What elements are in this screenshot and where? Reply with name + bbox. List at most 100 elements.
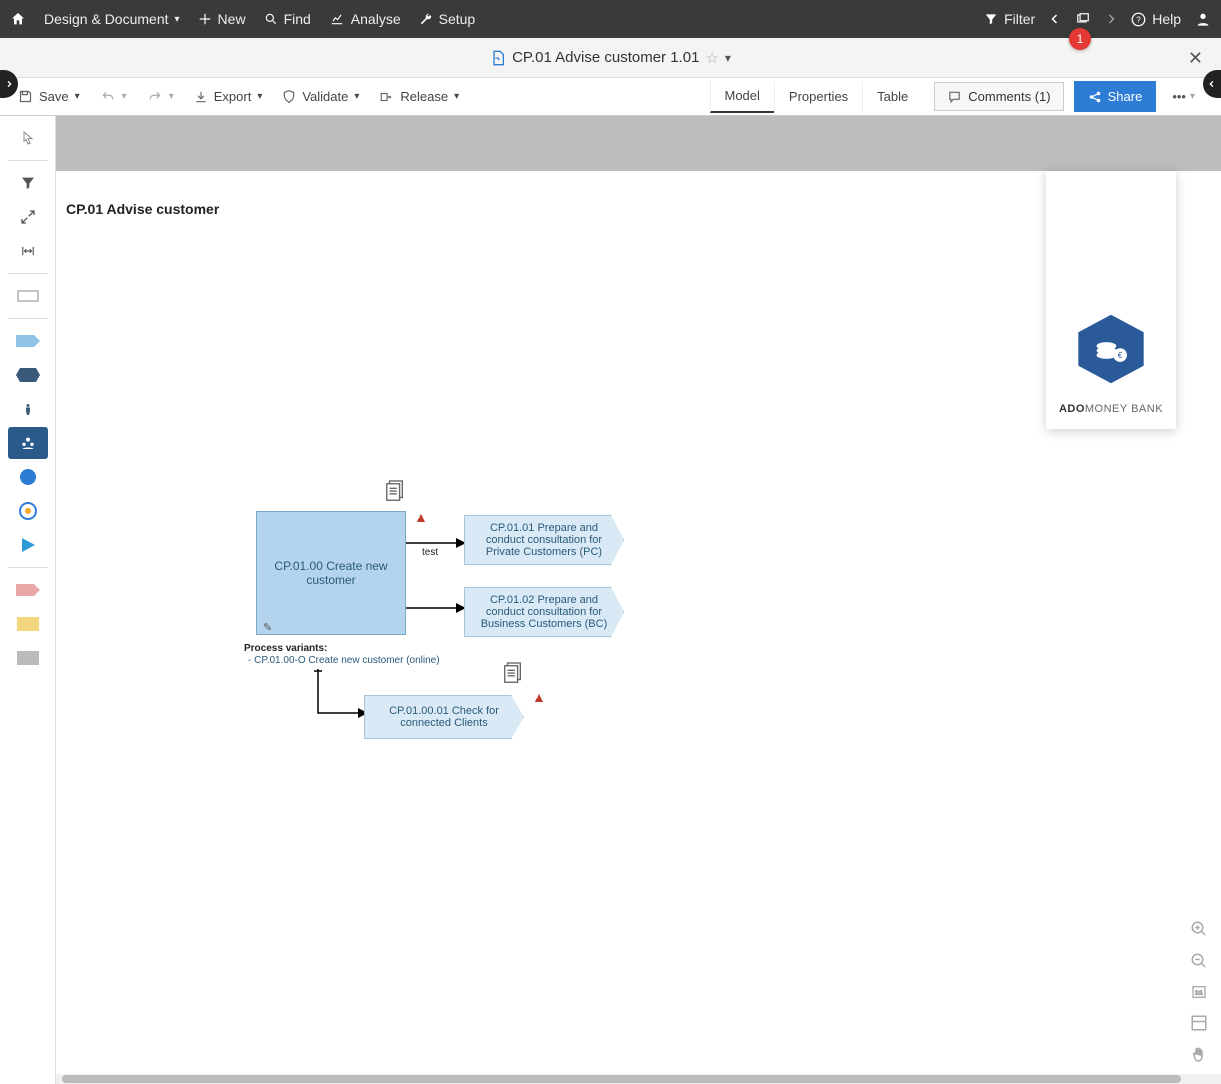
edit-indicator-icon: ✎: [263, 621, 272, 634]
more-button[interactable]: ••• ▾: [1164, 83, 1203, 110]
nav-forward-button[interactable]: [1105, 12, 1117, 26]
share-button[interactable]: Share: [1074, 81, 1157, 112]
connector-label: test: [422, 547, 438, 558]
documents-icon: [384, 479, 406, 505]
process-main[interactable]: CP.01.00 Create new customer: [256, 511, 406, 635]
canvas-area[interactable]: CP.01 Advise customer €: [56, 116, 1221, 1084]
tab-model[interactable]: Model: [710, 80, 774, 113]
palette-shape-circle-orange[interactable]: [8, 495, 48, 527]
process-branch-1[interactable]: CP.01.01 Prepare and conduct consultatio…: [464, 515, 624, 565]
connector-arrow: [406, 601, 466, 615]
process-branch-2[interactable]: CP.01.02 Prepare and conduct consultatio…: [464, 587, 624, 637]
search-icon: [264, 12, 278, 26]
star-icon[interactable]: ☆: [705, 49, 718, 67]
chevron-down-icon: ▾: [354, 91, 359, 102]
chevron-down-icon: ▾: [175, 14, 180, 25]
palette-shape-rect[interactable]: [8, 280, 48, 312]
chevron-down-icon: ▾: [1190, 91, 1195, 102]
play-icon: [20, 537, 36, 553]
rect-icon: [17, 290, 39, 302]
home-button[interactable]: [10, 11, 26, 27]
palette-shape-hex[interactable]: [8, 359, 48, 391]
save-button[interactable]: Save ▾: [18, 89, 80, 104]
palette-divider: [8, 160, 48, 161]
palette-fit-width[interactable]: [8, 235, 48, 267]
window-icon: [1075, 12, 1091, 26]
analyse-label: Analyse: [351, 11, 401, 27]
warning-icon: ▲!: [532, 689, 546, 705]
horizontal-scrollbar[interactable]: [56, 1074, 1221, 1084]
palette-shape-play[interactable]: [8, 529, 48, 561]
redo-icon: [147, 90, 163, 104]
palette-shape-tag-pink[interactable]: [8, 574, 48, 606]
wrench-icon: [419, 12, 433, 26]
chevron-down-icon[interactable]: ▾: [725, 51, 731, 65]
filter-button[interactable]: Filter: [984, 11, 1035, 27]
zoom-fit-button[interactable]: [1190, 1014, 1208, 1032]
chevron-down-icon: ▾: [257, 91, 262, 102]
close-button[interactable]: ✕: [1188, 48, 1203, 69]
find-button[interactable]: Find: [264, 11, 311, 27]
logo-hexagon-icon: €: [1073, 311, 1149, 387]
palette-shape-person[interactable]: [8, 393, 48, 425]
chevron-down-icon: ▾: [122, 91, 127, 102]
palette-divider: [8, 567, 48, 568]
palette-expand[interactable]: [8, 201, 48, 233]
document-title: CP.01 Advise customer 1.01: [512, 49, 699, 66]
user-button[interactable]: [1195, 11, 1211, 27]
palette-shape-rect-yellow[interactable]: [8, 608, 48, 640]
setup-button[interactable]: Setup: [419, 11, 476, 27]
rect-yellow-icon: [17, 617, 39, 631]
design-document-menu[interactable]: Design & Document ▾: [44, 11, 180, 27]
palette-filter[interactable]: [8, 167, 48, 199]
share-icon: [1088, 90, 1102, 104]
target-icon: [19, 502, 37, 520]
scrollbar-thumb[interactable]: [62, 1075, 1181, 1083]
comments-button[interactable]: Comments (1): [934, 82, 1063, 111]
tab-properties[interactable]: Properties: [774, 81, 862, 112]
help-button[interactable]: ? Help: [1131, 11, 1181, 27]
chart-line-icon: [329, 12, 345, 26]
validate-button[interactable]: Validate ▾: [282, 89, 359, 104]
connector-elbow: [314, 669, 370, 725]
fit-width-icon: [19, 244, 37, 258]
process-sub[interactable]: CP.01.00.01 Check for connected Clients: [364, 695, 524, 739]
document-titlebar: 1 CP.01 Advise customer 1.01 ☆ ▾ ✕: [0, 38, 1221, 78]
nav-back-button[interactable]: [1049, 12, 1061, 26]
redo-button[interactable]: ▾: [147, 90, 174, 104]
export-icon: [194, 90, 208, 104]
palette-pointer[interactable]: [8, 122, 48, 154]
notification-badge[interactable]: 1: [1069, 28, 1091, 50]
analyse-button[interactable]: Analyse: [329, 11, 401, 27]
zoom-in-button[interactable]: [1190, 920, 1208, 938]
expand-icon: [20, 209, 36, 225]
window-button[interactable]: [1075, 12, 1091, 26]
release-button[interactable]: Release ▾: [379, 89, 459, 104]
zoom-reset-button[interactable]: 1:1: [1190, 984, 1208, 1000]
filter-label: Filter: [1004, 11, 1035, 27]
design-document-label: Design & Document: [44, 11, 169, 27]
logo-text: ADOMONEY BANK: [1059, 403, 1163, 415]
undo-button[interactable]: ▾: [100, 90, 127, 104]
plus-icon: [198, 12, 212, 26]
zoom-out-button[interactable]: [1190, 952, 1208, 970]
hand-tool-button[interactable]: [1190, 1046, 1208, 1064]
new-label: New: [218, 11, 246, 27]
user-icon: [1195, 11, 1211, 27]
pointer-icon: [20, 129, 36, 147]
diagram-canvas[interactable]: CP.01 Advise customer €: [56, 171, 1221, 1084]
circle-icon: [19, 468, 37, 486]
tab-table[interactable]: Table: [862, 81, 922, 112]
palette-shape-circle-blue[interactable]: [8, 461, 48, 493]
setup-label: Setup: [439, 11, 476, 27]
palette-shape-rect-gray[interactable]: [8, 642, 48, 674]
new-button[interactable]: New: [198, 11, 246, 27]
main-area: CP.01 Advise customer €: [0, 116, 1221, 1084]
comment-icon: [947, 90, 962, 104]
variant-item[interactable]: - CP.01.00-O Create new customer (online…: [248, 655, 440, 666]
palette-shape-org[interactable]: [8, 427, 48, 459]
variants-label: Process variants:: [244, 643, 327, 654]
documents-icon: [502, 661, 524, 687]
export-button[interactable]: Export ▾: [194, 89, 263, 104]
palette-shape-arrow-blue[interactable]: [8, 325, 48, 357]
